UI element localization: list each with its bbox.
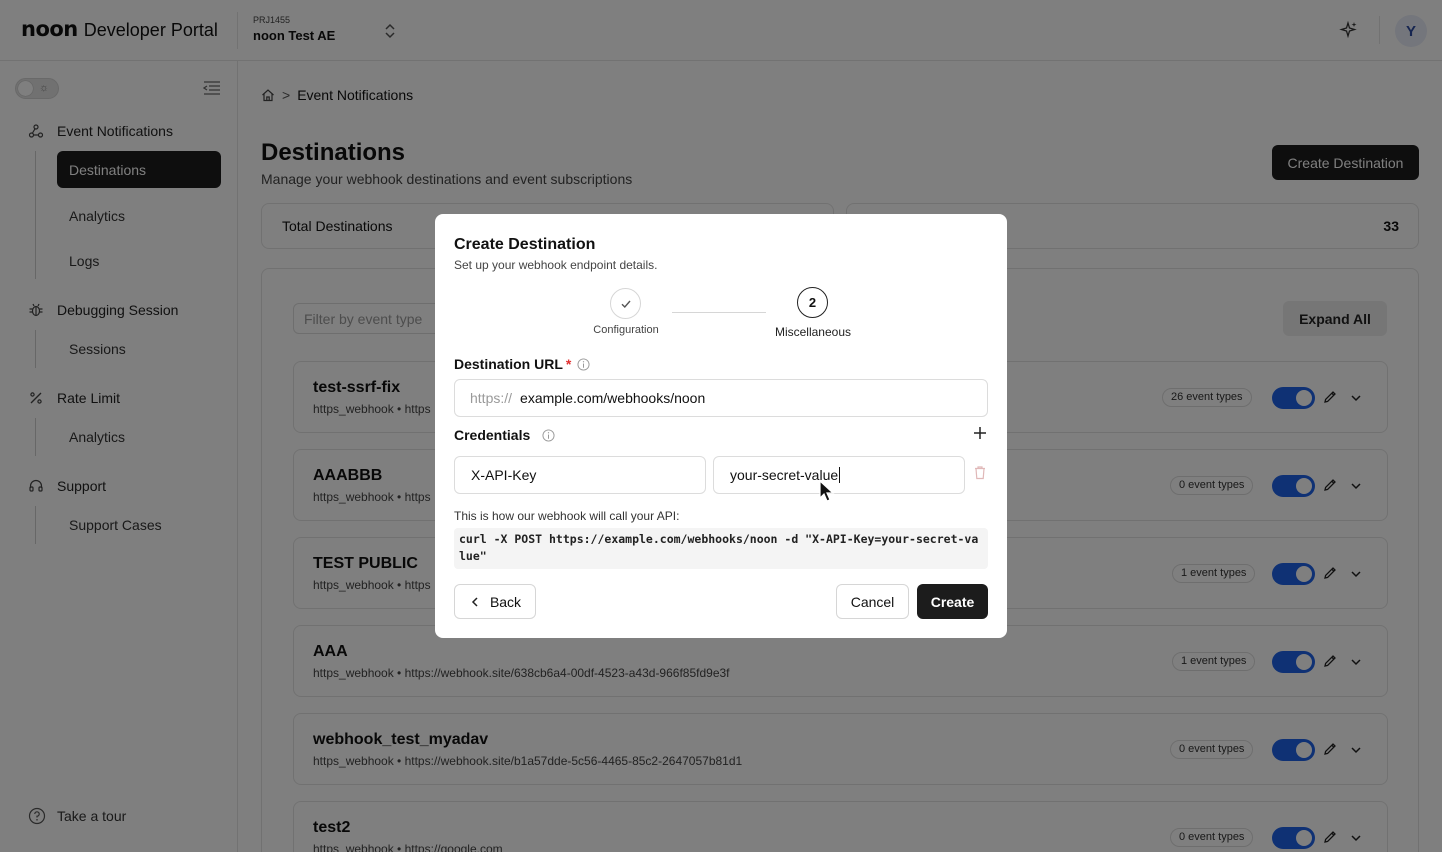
chevron-left-icon	[471, 596, 478, 607]
trash-icon[interactable]	[973, 465, 987, 480]
step-label-configuration: Configuration	[593, 324, 659, 336]
step-miscellaneous-circle[interactable]: 2	[797, 287, 828, 318]
credential-key-input[interactable]: X-API-Key	[454, 456, 706, 494]
credential-key-value: X-API-Key	[471, 467, 537, 483]
destination-url-label: Destination URL *	[454, 356, 590, 372]
credential-value-input[interactable]: your-secret-value	[713, 456, 965, 494]
url-value: example.com/webhooks/noon	[520, 390, 706, 406]
required-asterisk: *	[565, 356, 572, 372]
dialog-subtitle: Set up your webhook endpoint details.	[454, 258, 658, 272]
back-button-label: Back	[489, 593, 522, 610]
check-icon	[621, 300, 631, 308]
create-button[interactable]: Create	[917, 584, 988, 619]
info-icon[interactable]	[577, 357, 590, 371]
back-button[interactable]: Back	[454, 584, 536, 619]
create-destination-dialog: Create Destination Set up your webhook e…	[435, 214, 1007, 638]
dialog-title: Create Destination	[454, 236, 596, 253]
curl-example: curl -X POST https://example.com/webhook…	[454, 528, 988, 569]
info-icon[interactable]	[542, 428, 555, 442]
destination-url-input[interactable]: https:// example.com/webhooks/noon	[454, 379, 988, 417]
step-connector	[672, 312, 766, 313]
mouse-pointer-icon	[819, 480, 835, 502]
credentials-label-text: Credentials	[454, 427, 531, 443]
step-label-miscellaneous: Miscellaneous	[774, 325, 852, 339]
curl-hint: This is how our webhook will call your A…	[454, 509, 680, 523]
step-configuration-circle[interactable]	[610, 288, 641, 319]
credentials-label: Credentials	[454, 427, 555, 443]
cancel-button[interactable]: Cancel	[836, 584, 909, 619]
destination-url-label-text: Destination URL	[454, 356, 563, 372]
add-credential-icon[interactable]	[973, 426, 987, 440]
text-caret	[839, 467, 841, 483]
url-protocol-prefix: https://	[470, 390, 513, 406]
